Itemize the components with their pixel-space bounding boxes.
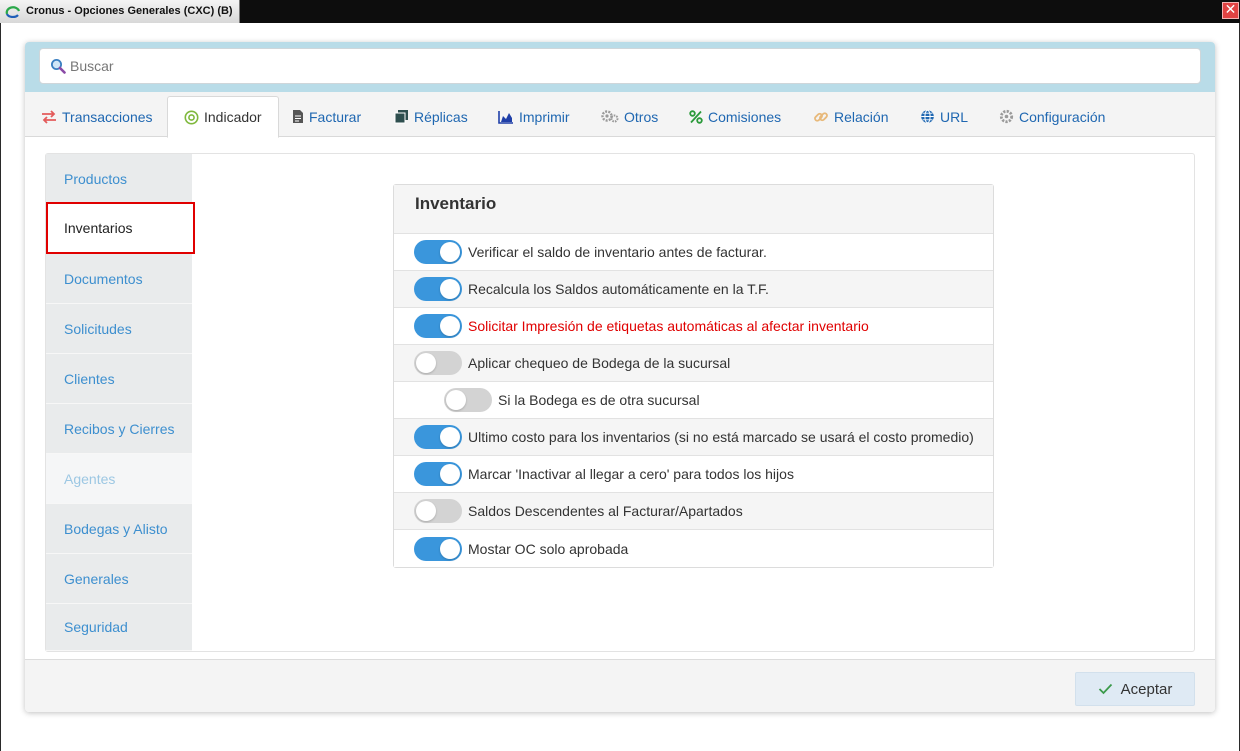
option-label: Ultimo costo para los inventarios (si no… xyxy=(468,429,974,445)
sidebar-item-bodegas-y-alisto[interactable]: Bodegas y Alisto xyxy=(46,504,192,554)
option-row: Mostar OC solo aprobada xyxy=(394,530,993,567)
window-frame-left xyxy=(0,23,1,751)
option-row: Si la Bodega es de otra sucursal xyxy=(394,382,993,419)
tab-label: Relación xyxy=(834,108,889,125)
document-icon xyxy=(293,110,303,123)
sidebar-item-agentes: Agentes xyxy=(46,454,192,504)
toggle-knob xyxy=(440,464,460,484)
toggle-inactivar-hijos[interactable] xyxy=(414,462,462,486)
sidebar-item-documentos[interactable]: Documentos xyxy=(46,254,192,304)
tab-replicas[interactable]: Réplicas xyxy=(378,96,484,137)
sidebar-item-clientes[interactable]: Clientes xyxy=(46,354,192,404)
link-icon xyxy=(814,111,828,122)
tab-indicador[interactable]: Indicador xyxy=(167,96,279,138)
toggle-knob xyxy=(440,538,460,559)
percent-icon xyxy=(689,109,703,124)
option-row: Saldos Descendentes al Facturar/Apartado… xyxy=(394,493,993,530)
toggle-recalcula-saldos[interactable] xyxy=(414,277,462,301)
tab-bar: Transacciones Indicador Facturar Réplica… xyxy=(25,92,1215,138)
toggle-knob xyxy=(440,427,460,447)
sidebar-nav: Productos Inventarios Documentos Solicit… xyxy=(46,154,195,651)
search-band xyxy=(25,42,1215,92)
toggle-chequeo-bodega[interactable] xyxy=(414,351,462,375)
option-row: Aplicar chequeo de Bodega de la sucursal xyxy=(394,345,993,382)
sidebar-item-solicitudes[interactable]: Solicitudes xyxy=(46,304,192,354)
globe-icon xyxy=(921,109,934,124)
option-label: Recalcula los Saldos automáticamente en … xyxy=(468,281,769,297)
toggle-impresion-etiquetas[interactable] xyxy=(414,314,462,338)
sidebar-item-recibos-y-cierres[interactable]: Recibos y Cierres xyxy=(46,404,192,454)
option-row: Recalcula los Saldos automáticamente en … xyxy=(394,271,993,308)
options-dialog: Transacciones Indicador Facturar Réplica… xyxy=(25,42,1215,712)
copy-icon xyxy=(394,110,408,124)
area-chart-icon xyxy=(498,110,513,124)
checkmark-icon xyxy=(1098,683,1112,695)
toggle-ultimo-costo[interactable] xyxy=(414,425,462,449)
tab-label: Comisiones xyxy=(708,108,782,125)
sidebar-item-productos[interactable]: Productos xyxy=(46,154,192,204)
toggle-knob xyxy=(416,353,436,373)
option-label: Verificar el saldo de inventario antes d… xyxy=(468,244,767,260)
option-label-warning: Solicitar Impresión de etiquetas automát… xyxy=(468,318,869,334)
window-title-tab: Cronus - Opciones Generales (CXC) (B) xyxy=(0,0,240,23)
toggle-knob xyxy=(440,279,460,299)
tab-facturar[interactable]: Facturar xyxy=(276,96,377,137)
option-label: Saldos Descendentes al Facturar/Apartado… xyxy=(468,503,743,519)
option-label: Aplicar chequeo de Bodega de la sucursal xyxy=(468,355,731,371)
tab-configuracion[interactable]: Configuración xyxy=(983,96,1121,137)
tab-label: URL xyxy=(940,108,969,125)
toggle-knob xyxy=(416,501,436,521)
option-label: Si la Bodega es de otra sucursal xyxy=(498,392,700,408)
window-title: Cronus - Opciones Generales (CXC) (B) xyxy=(26,5,233,17)
sidebar-item-seguridad[interactable]: Seguridad xyxy=(46,604,192,651)
tab-otros[interactable]: Otros xyxy=(585,96,674,137)
search-input[interactable] xyxy=(70,49,1190,83)
gear-icon xyxy=(999,109,1014,124)
tab-label: Réplicas xyxy=(414,108,468,125)
tab-relacion[interactable]: Relación xyxy=(797,96,904,137)
toggle-verificar-saldo[interactable] xyxy=(414,240,462,264)
toggle-knob xyxy=(446,390,466,410)
option-row: Ultimo costo para los inventarios (si no… xyxy=(394,419,993,456)
toggle-knob xyxy=(440,316,460,336)
inventory-card: Inventario Verificar el saldo de inventa… xyxy=(393,184,994,568)
sidebar-item-generales[interactable]: Generales xyxy=(46,554,192,604)
accept-button[interactable]: Aceptar xyxy=(1075,672,1195,706)
tab-label: Facturar xyxy=(309,108,362,125)
window-title-bar: Cronus - Opciones Generales (CXC) (B) ✕ xyxy=(0,0,1240,23)
exchange-icon xyxy=(42,109,56,124)
sidebar-item-inventarios[interactable]: Inventarios xyxy=(46,202,195,254)
inventory-card-title: Inventario xyxy=(394,185,993,234)
option-row: Marcar 'Inactivar al llegar a cero' para… xyxy=(394,456,993,493)
search-icon xyxy=(51,59,66,74)
app-logo-icon xyxy=(5,6,21,18)
tab-transacciones[interactable]: Transacciones xyxy=(25,96,169,137)
tab-label: Imprimir xyxy=(519,108,570,125)
option-row: Verificar el saldo de inventario antes d… xyxy=(394,234,993,271)
tab-content: Productos Inventarios Documentos Solicit… xyxy=(45,153,1195,652)
accept-label: Aceptar xyxy=(1120,680,1173,698)
window-close-button[interactable]: ✕ xyxy=(1222,2,1239,19)
tab-label: Indicador xyxy=(204,109,262,125)
option-row: Solicitar Impresión de etiquetas automát… xyxy=(394,308,993,345)
option-label: Marcar 'Inactivar al llegar a cero' para… xyxy=(468,466,794,482)
toggle-oc-aprobada[interactable] xyxy=(414,536,462,561)
dialog-footer: Aceptar xyxy=(25,659,1215,712)
target-icon xyxy=(184,110,199,124)
tab-url[interactable]: URL xyxy=(904,96,984,137)
toggle-knob xyxy=(440,242,460,262)
option-label: Mostar OC solo aprobada xyxy=(468,540,629,557)
tab-label: Transacciones xyxy=(62,108,153,125)
tab-imprimir[interactable]: Imprimir xyxy=(482,96,586,137)
tab-label: Configuración xyxy=(1019,108,1106,125)
tab-label: Otros xyxy=(624,108,659,125)
search-box xyxy=(39,48,1201,84)
toggle-bodega-otra-sucursal[interactable] xyxy=(444,388,492,412)
toggle-saldos-descendentes[interactable] xyxy=(414,499,462,523)
gears-icon xyxy=(601,110,619,123)
tab-comisiones[interactable]: Comisiones xyxy=(673,96,797,137)
